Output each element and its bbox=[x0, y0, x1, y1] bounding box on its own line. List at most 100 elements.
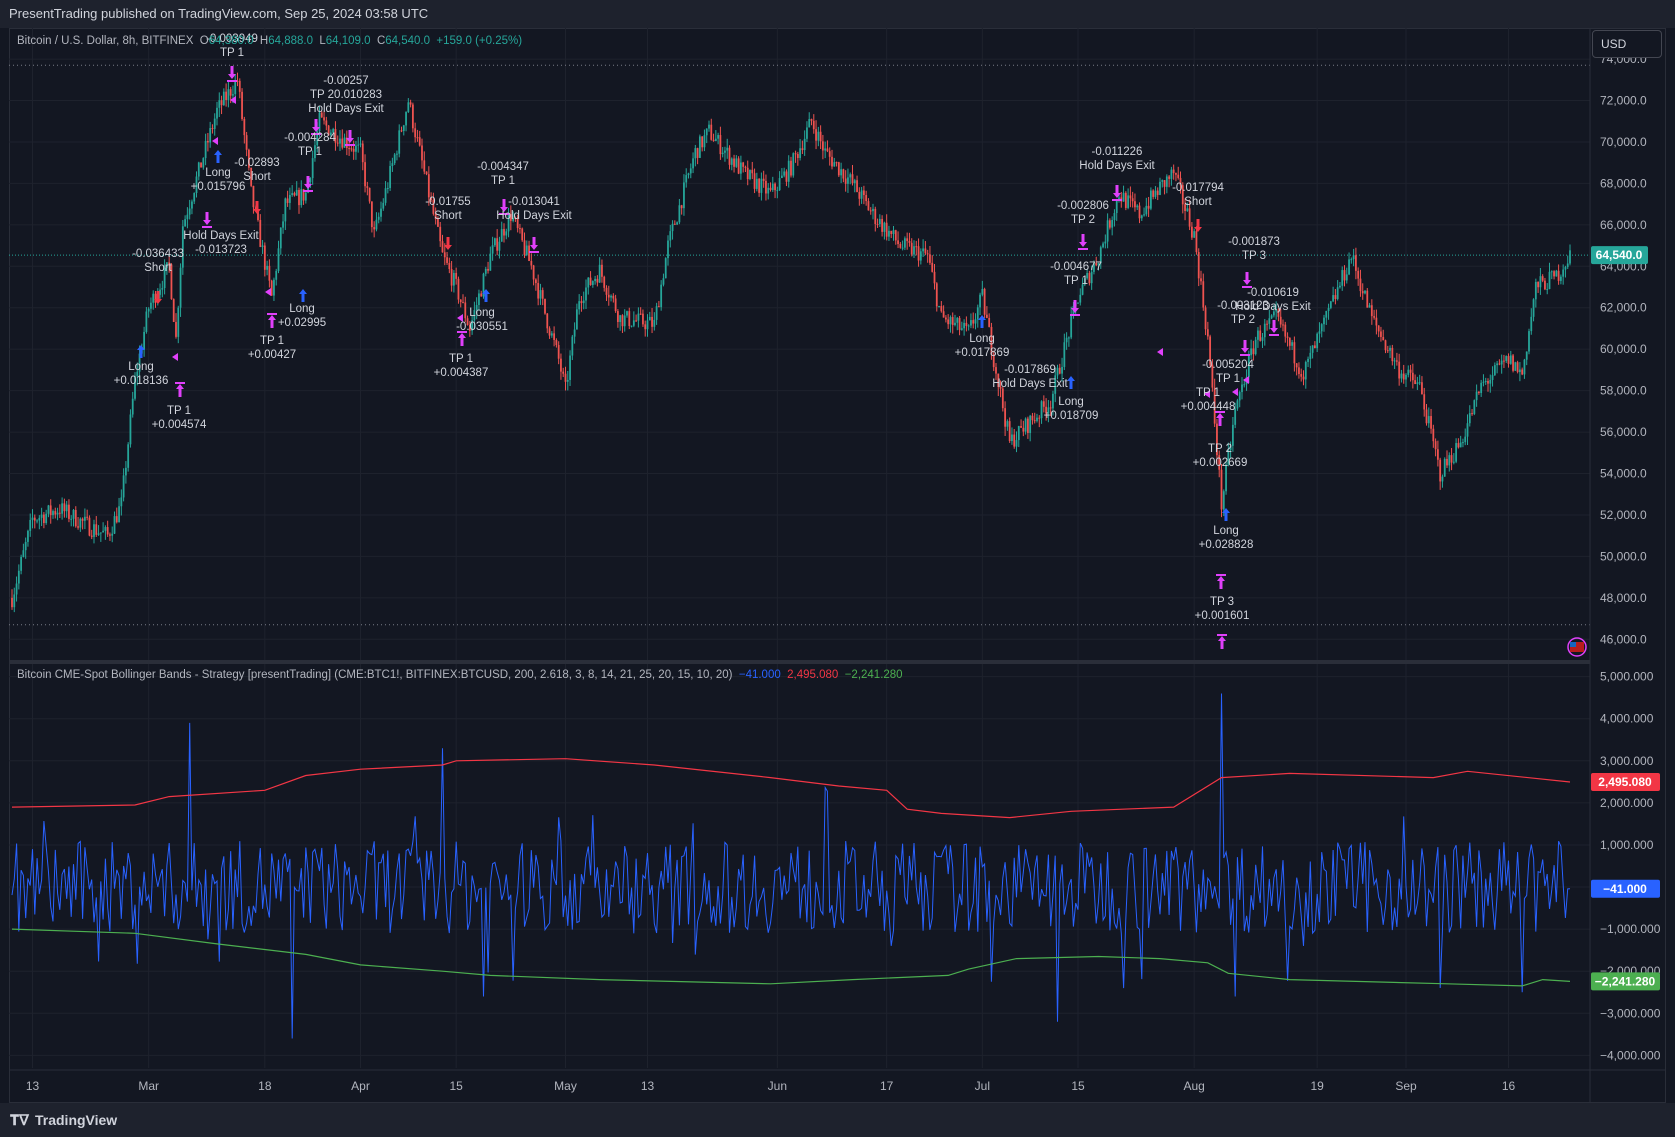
trade-annotation-text: TP 2 bbox=[1071, 214, 1095, 226]
flag-icon[interactable] bbox=[1567, 637, 1587, 657]
exit-signal-arrow bbox=[1113, 185, 1121, 198]
candle-body bbox=[36, 520, 38, 522]
candle-body bbox=[1270, 315, 1273, 319]
candle-body bbox=[1147, 205, 1150, 209]
candle-body bbox=[1129, 195, 1132, 199]
candle-body bbox=[528, 245, 530, 261]
candle-body bbox=[478, 293, 480, 305]
candle-body bbox=[77, 526, 79, 528]
trade-annotation-text: Short bbox=[243, 171, 271, 183]
candle-body bbox=[1279, 316, 1282, 325]
lower-band-value-label: −2,241.280 bbox=[1595, 974, 1656, 988]
candle-body bbox=[1541, 276, 1544, 281]
candle-body bbox=[860, 190, 863, 199]
candle-body bbox=[1124, 192, 1127, 208]
candle-body bbox=[1477, 391, 1480, 394]
candle-body bbox=[1261, 337, 1264, 341]
candle-body bbox=[1450, 455, 1453, 463]
exit-signal-bar bbox=[345, 144, 355, 146]
trade-annotation-text: TP 3 bbox=[1210, 596, 1234, 608]
candle-body bbox=[635, 320, 638, 322]
candle-body bbox=[1327, 307, 1330, 311]
trade-annotation-text: Hold Days Exit bbox=[496, 210, 572, 222]
candle-body bbox=[842, 169, 845, 179]
candle-body bbox=[1534, 281, 1537, 300]
candle-body bbox=[612, 295, 615, 299]
candle-body bbox=[1348, 259, 1350, 275]
candle-body bbox=[774, 183, 776, 191]
price-legend[interactable]: Bitcoin / U.S. Dollar, 8h, BITFINEX O64,… bbox=[17, 35, 522, 47]
currency-button[interactable]: USD bbox=[1592, 30, 1662, 58]
candle-body bbox=[931, 262, 934, 272]
candle-body bbox=[1104, 241, 1107, 244]
price-tick-label: 46,000.0 bbox=[1600, 632, 1647, 646]
trade-annotation-text: Long bbox=[128, 361, 154, 373]
indicator-axis[interactable]: 5,000.000 4,000.000 3,000.000 2,000.000 1,00… bbox=[1591, 670, 1661, 1063]
candle-body bbox=[1309, 352, 1312, 359]
indicator-name[interactable]: Bitcoin CME-Spot Bollinger Bands - Strat… bbox=[17, 669, 732, 681]
exit-signal-bar bbox=[1070, 314, 1080, 316]
chart-canvas[interactable]: -0.003949TP 1-0.00257TP 20.010283Hold Da… bbox=[0, 0, 1675, 1103]
indicator-tick-label: 1,000.000 bbox=[1600, 838, 1654, 852]
trade-annotation: -0.001873 TP 3 bbox=[1228, 236, 1280, 262]
candle-body bbox=[988, 317, 991, 327]
candle-body bbox=[1318, 331, 1321, 334]
candle-body bbox=[225, 91, 228, 101]
change-value: +159.0 (+0.25%) bbox=[436, 35, 523, 47]
candle-body bbox=[1393, 360, 1396, 362]
candle-body bbox=[227, 89, 230, 101]
candle-body bbox=[414, 128, 417, 138]
indicator-value-lower: −2,241.280 bbox=[844, 669, 903, 681]
trade-annotation-text: -0.005204 bbox=[1202, 359, 1254, 371]
candle-body bbox=[355, 145, 357, 152]
candle-body bbox=[124, 467, 127, 476]
candle-body bbox=[698, 136, 701, 158]
candle-body bbox=[819, 131, 822, 142]
time-axis[interactable]: 13 Mar 18 Apr 15 May 13 Jun 17 Jul 15 Aug 19 Sep 16 bbox=[26, 1079, 1516, 1093]
high-label: H bbox=[259, 35, 269, 47]
upper-band-line bbox=[11, 758, 1571, 819]
symbol-name[interactable]: Bitcoin / U.S. Dollar, 8h, BITFINEX bbox=[17, 35, 193, 47]
trade-annotation: Long +0.018709 bbox=[1044, 396, 1099, 422]
candle-body bbox=[58, 512, 61, 514]
candle-body bbox=[1243, 384, 1246, 386]
candle-body bbox=[229, 89, 232, 96]
candle-body bbox=[614, 298, 617, 312]
candle-body bbox=[575, 309, 578, 330]
candle-body bbox=[856, 180, 858, 192]
exit-signal-bar bbox=[529, 251, 539, 253]
candle-body bbox=[949, 317, 952, 325]
candle-body bbox=[1029, 415, 1032, 433]
candle-body bbox=[728, 147, 731, 165]
candle-body bbox=[1505, 356, 1508, 361]
trade-annotation: Hold Days Exit -0.013723 bbox=[183, 230, 259, 256]
candle-body bbox=[585, 287, 587, 301]
candle-body bbox=[152, 293, 155, 303]
trade-annotation-text: +0.018709 bbox=[1044, 410, 1099, 422]
candle-body bbox=[266, 265, 269, 270]
trade-annotation-text: +0.015796 bbox=[191, 181, 246, 193]
indicator-tick-label: 5,000.000 bbox=[1600, 670, 1654, 684]
indicator-legend[interactable]: Bitcoin CME-Spot Bollinger Bands - Strat… bbox=[17, 669, 903, 681]
long-signal-arrow bbox=[214, 150, 222, 163]
price-axis[interactable]: 74,000.072,000.070,000.068,000.066,000.0… bbox=[1591, 52, 1648, 646]
indicator-value-spread: −41.000 bbox=[738, 669, 781, 681]
candle-body bbox=[621, 315, 624, 327]
trade-annotation: -0.011226 Hold Days Exit bbox=[1079, 146, 1155, 172]
lower-band-line bbox=[11, 928, 1571, 987]
candle-body bbox=[1521, 369, 1524, 375]
candle-body bbox=[147, 308, 150, 312]
candle-body bbox=[951, 317, 954, 325]
candle-body bbox=[1518, 369, 1521, 373]
candle-body bbox=[261, 245, 264, 247]
trade-annotation: -0.002806 TP 2 bbox=[1057, 200, 1109, 226]
trade-annotation-text: Long bbox=[969, 333, 995, 345]
candle-body bbox=[352, 148, 355, 152]
candle-body bbox=[862, 190, 865, 196]
tradingview-logo[interactable]: 𝐓∇ TradingView bbox=[10, 1112, 117, 1129]
candle-body bbox=[810, 119, 813, 121]
candle-body bbox=[350, 148, 353, 150]
candle-body bbox=[366, 186, 369, 188]
candle-body bbox=[47, 505, 50, 514]
candle-body bbox=[903, 238, 906, 248]
